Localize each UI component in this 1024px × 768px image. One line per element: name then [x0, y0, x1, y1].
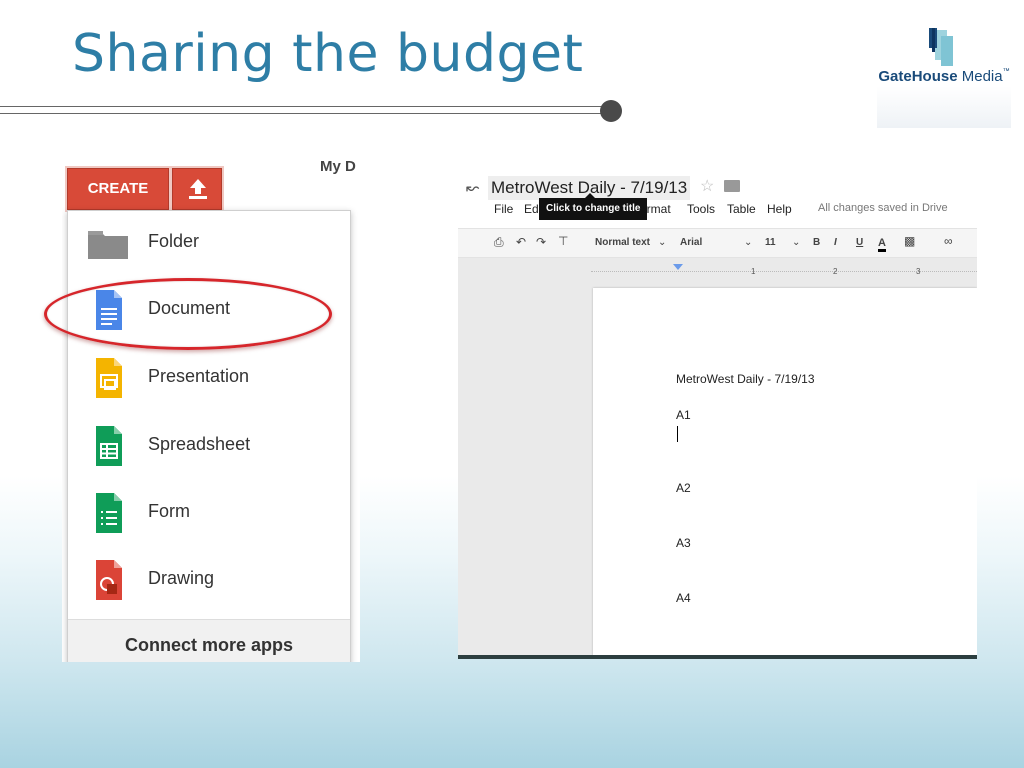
font-select[interactable]: Arial — [680, 237, 702, 248]
docs-toolbar: ⎙ ↶ ↷ ⊤ Normal text ⌄ Arial ⌄ 11 ⌄ B I U… — [458, 228, 977, 258]
menu-item-label: Drawing — [148, 568, 215, 588]
page-line-a4: A4 — [676, 591, 691, 605]
star-icon[interactable]: ☆ — [700, 176, 714, 196]
indent-marker-icon[interactable] — [673, 264, 683, 270]
menu-item-presentation[interactable]: Presentation — [68, 346, 350, 406]
menu-item-label: Folder — [148, 231, 200, 251]
ruler-mark: 3 — [916, 267, 921, 276]
ruler[interactable]: 1 2 3 — [591, 264, 977, 278]
menu-item-label: Presentation — [148, 366, 250, 386]
menu-tools[interactable]: Tools — [687, 202, 715, 216]
redo-icon[interactable]: ↷ — [536, 235, 546, 249]
underline-button[interactable]: U — [856, 237, 863, 248]
menu-item-drawing[interactable]: Drawing — [68, 548, 350, 608]
presentation-icon — [96, 358, 122, 398]
gatehouse-logo: GateHouse Media™ — [877, 24, 1011, 128]
logo-book-icon — [929, 28, 953, 66]
style-dropdown-icon[interactable]: ⌄ — [658, 237, 666, 248]
save-status: All changes saved in Drive — [818, 202, 948, 214]
font-size-select[interactable]: 11 — [765, 237, 776, 248]
drive-create-panel: My D CREATE Folder Document Presentation… — [62, 152, 360, 662]
menu-table[interactable]: Table — [727, 202, 756, 216]
form-icon — [96, 493, 122, 533]
highlight-color-icon[interactable]: ▩ — [904, 234, 915, 248]
ruler-mark: 2 — [833, 267, 838, 276]
text-color-button[interactable]: A — [878, 237, 886, 252]
menu-item-label: Spreadsheet — [148, 434, 251, 454]
document-page[interactable]: MetroWest Daily - 7/19/13 A1 A2 A3 A4 — [593, 288, 977, 655]
create-button[interactable]: CREATE — [67, 168, 169, 210]
bold-button[interactable]: B — [813, 237, 820, 248]
connect-more-apps-button[interactable]: Connect more apps — [68, 619, 350, 662]
change-title-tooltip: Click to change title — [539, 198, 648, 220]
logo-wordmark: GateHouse Media™ — [878, 68, 1010, 85]
menu-item-form[interactable]: Form — [68, 481, 350, 541]
folder-icon — [88, 231, 128, 259]
title-rule — [0, 106, 604, 114]
upload-button[interactable] — [172, 168, 222, 210]
menu-help[interactable]: Help — [767, 202, 792, 216]
text-cursor — [677, 426, 678, 442]
my-drive-label[interactable]: My D — [320, 158, 356, 175]
page-line-a1: A1 — [676, 408, 691, 422]
paint-format-icon[interactable]: ⊤ — [558, 234, 568, 248]
menu-item-label: Form — [148, 501, 190, 521]
docs-window: ↜ MetroWest Daily - 7/19/13 ☆ File Ed or… — [458, 156, 977, 659]
print-icon[interactable]: ⎙ — [494, 235, 504, 250]
italic-button[interactable]: I — [834, 237, 837, 248]
page-line-a2: A2 — [676, 481, 691, 495]
upload-icon — [189, 179, 207, 199]
page-line-a3: A3 — [676, 536, 691, 550]
font-dropdown-icon[interactable]: ⌄ — [744, 237, 752, 248]
slide-title: Sharing the budget — [72, 24, 584, 84]
spreadsheet-icon — [96, 426, 122, 466]
style-select[interactable]: Normal text — [595, 237, 650, 248]
menu-item-folder[interactable]: Folder — [68, 211, 350, 271]
undo-icon[interactable]: ↶ — [516, 235, 526, 249]
title-rule-dot — [600, 100, 622, 122]
menu-file[interactable]: File — [494, 202, 513, 216]
back-arrow-icon[interactable]: ↜ — [466, 178, 479, 198]
menu-edit[interactable]: Ed — [524, 202, 539, 216]
size-dropdown-icon[interactable]: ⌄ — [792, 237, 800, 248]
menu-item-spreadsheet[interactable]: Spreadsheet — [68, 414, 350, 474]
drawing-icon — [96, 560, 122, 600]
ruler-mark: 1 — [751, 267, 756, 276]
link-icon[interactable]: ∞ — [944, 234, 953, 248]
folder-icon[interactable] — [724, 180, 740, 192]
page-heading: MetroWest Daily - 7/19/13 — [676, 372, 815, 386]
document-highlight-ring — [44, 278, 332, 350]
